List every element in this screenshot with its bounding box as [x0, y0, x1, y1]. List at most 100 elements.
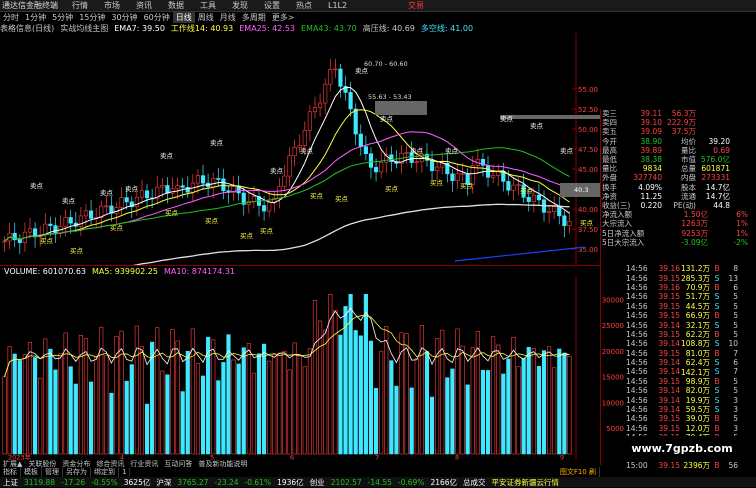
tab-period-daily[interactable]: 日线 — [172, 11, 195, 23]
tab-manage[interactable]: 管理 — [42, 467, 63, 477]
kline-indicator[interactable]: 实战均线主图 — [60, 23, 114, 34]
deal-direction: S — [714, 301, 720, 311]
deal-count: 5 — [733, 311, 738, 321]
candle-body — [287, 155, 292, 177]
deal-time: 14:56 — [626, 292, 648, 302]
volume-bar — [485, 370, 491, 455]
candle-body — [119, 197, 124, 208]
sell-signal: 卖点 — [300, 147, 314, 155]
price-axis-label: 50.00 — [578, 126, 598, 134]
volume-bar — [480, 369, 486, 455]
menu-item-tools[interactable]: 工具 — [192, 0, 224, 11]
ticker-sh-name[interactable]: 上证 — [0, 477, 21, 488]
volume-bar — [195, 363, 201, 455]
ticker-hs-name[interactable]: 沪深 — [153, 477, 174, 488]
candle-body — [450, 173, 455, 182]
volume-bar — [450, 368, 455, 455]
tab-save-as[interactable]: 另存为 — [63, 467, 91, 477]
trade-button[interactable]: 交易 — [408, 0, 424, 11]
deal-price: 39.14 — [658, 386, 680, 396]
deal-direction: B — [714, 461, 720, 471]
menu-item-discover[interactable]: 发现 — [224, 0, 256, 11]
deal-direction: B — [714, 329, 720, 339]
sell-signal: 卖点 — [380, 115, 394, 123]
flow-label: 5日大宗流入 — [602, 237, 645, 247]
candle-body — [134, 196, 139, 208]
volume-bar — [384, 326, 389, 455]
f10-link[interactable]: 图文F10 刷 — [557, 467, 600, 477]
tab-bind[interactable]: 绑定到 — [91, 467, 119, 477]
deal-direction: S — [714, 273, 720, 283]
quote-value: 39.09 — [640, 127, 662, 137]
volume-chart[interactable]: 300002500020000150001000050002023年 4 5 6 7 8 9 — [0, 276, 626, 460]
deal-price: 39.14 — [658, 395, 680, 405]
tab-indicator[interactable]: 指标 — [0, 467, 21, 477]
volume-bar — [94, 356, 99, 455]
candle-body — [348, 92, 353, 110]
sell-signal: 卖点 — [410, 147, 424, 155]
tab-period-multi[interactable]: 多周期 — [239, 12, 269, 23]
tab-period-60min[interactable]: 60分钟 — [141, 12, 173, 23]
volume-bar — [99, 326, 104, 455]
buy-signal: 买点 — [580, 219, 594, 227]
deal-price: 39.15 — [658, 461, 680, 471]
bottom-indicator-tabs: 指标 模板 管理 另存为 绑定到 1 图文F10 刷 — [0, 467, 600, 477]
tab-period-1min[interactable]: 1分钟 — [22, 12, 49, 23]
volume-bar — [180, 391, 185, 455]
menu-item-data[interactable]: 数据 — [160, 0, 192, 11]
ticker-cy-chg: -14.55 — [367, 477, 392, 487]
volume-bar — [190, 328, 195, 455]
candle-body — [88, 210, 94, 219]
candle-body — [460, 173, 465, 175]
deal-time: 14:56 — [626, 386, 648, 396]
tab-template[interactable]: 模板 — [21, 467, 42, 477]
volume-bar — [22, 354, 27, 455]
ticker-total-label[interactable]: 总成交 — [460, 477, 489, 488]
volume-bar — [567, 356, 572, 455]
tab-period-5min[interactable]: 5分钟 — [49, 12, 76, 23]
candle-body — [353, 108, 358, 135]
deal-count: 3 — [733, 395, 738, 405]
volume-bar — [124, 380, 129, 455]
volume-bar — [394, 385, 399, 455]
ticker-sh-chg: -17.26 — [61, 477, 86, 487]
menu-item-quotes[interactable]: 行情 — [64, 0, 96, 11]
deal-price: 39.15 — [658, 414, 680, 424]
volume-bar — [333, 309, 338, 455]
ticker-cy-name[interactable]: 创业 — [307, 477, 328, 488]
candle-body — [124, 197, 129, 203]
tab-period-timeshare[interactable]: 分时 — [0, 12, 22, 23]
quote-value: 327740 — [633, 173, 662, 183]
deal-time: 14:56 — [626, 395, 648, 405]
kline-info-bar: 表格信息(日线) 实战均线主图 EMA7: 39.50 工作线14: 40.93… — [0, 23, 600, 33]
quote-value: 38.90 — [640, 136, 662, 146]
menu-item-hot[interactable]: 热点 — [288, 0, 320, 11]
deal-time: 14:56 — [626, 264, 648, 274]
annotation-last: 40.3 — [574, 186, 588, 194]
deal-price: 39.14 — [658, 339, 680, 349]
deal-direction: S — [714, 405, 720, 415]
sell-signal: 卖点 — [355, 67, 369, 75]
deal-time: 14:56 — [626, 348, 648, 358]
volume-bar — [389, 360, 394, 455]
tab-period-monthly[interactable]: 月线 — [217, 12, 239, 23]
tab-page-1[interactable]: 1 — [119, 468, 131, 476]
tab-period-weekly[interactable]: 周线 — [195, 12, 217, 23]
menu-item-settings[interactable]: 设置 — [256, 0, 288, 11]
volume-bar — [144, 403, 150, 455]
deal-direction: S — [714, 386, 720, 396]
menu-item-market[interactable]: 市场 — [96, 0, 128, 11]
kline-chart[interactable]: 55.0052.5050.0047.5045.0042.5040.0037.50… — [0, 33, 600, 265]
volume-bar — [109, 392, 114, 455]
buy-signal: 买点 — [310, 192, 324, 200]
menu-item-l1l2[interactable]: L1L2 — [320, 1, 355, 10]
tab-period-30min[interactable]: 30分钟 — [108, 12, 140, 23]
deal-direction: S — [714, 367, 720, 377]
tab-period-more[interactable]: 更多> — [269, 12, 298, 23]
menu-item-news[interactable]: 资讯 — [128, 0, 160, 11]
candle-body — [180, 185, 185, 188]
volume-bar — [277, 352, 282, 455]
deal-volume: 2396万 — [683, 461, 710, 471]
tab-period-15min[interactable]: 15分钟 — [76, 12, 108, 23]
candle-body — [358, 133, 363, 147]
